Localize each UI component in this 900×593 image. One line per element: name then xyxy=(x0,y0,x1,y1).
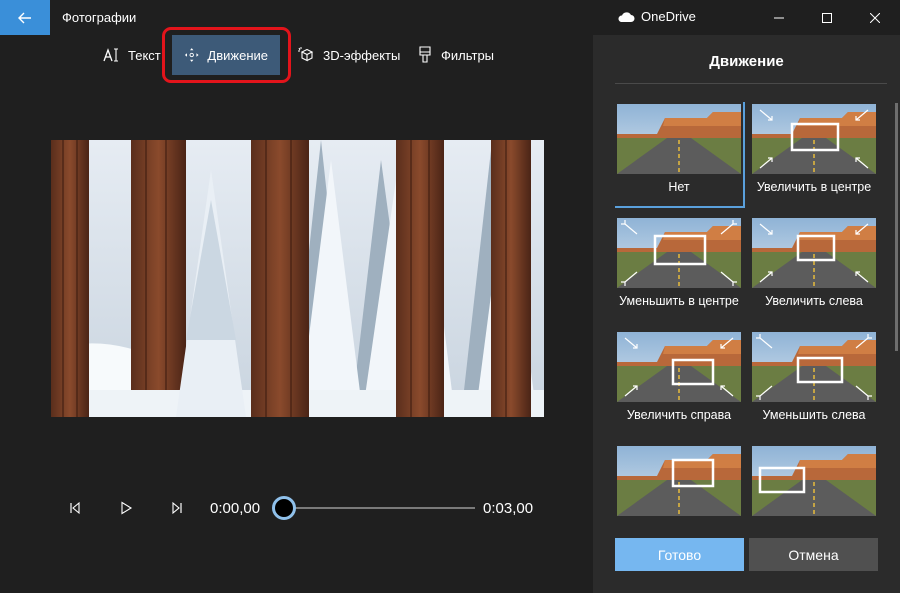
cloud-icon xyxy=(618,11,635,22)
current-time: 0:00,00 xyxy=(210,500,261,517)
onedrive-label: OneDrive xyxy=(641,9,696,24)
motion-thumbnail xyxy=(617,104,741,174)
motion-option-zoom-in-left[interactable]: Увеличить слева xyxy=(750,216,878,320)
tool-filters-label: Фильтры xyxy=(441,47,495,63)
playback-bar: 0:00,00 0:03,00 xyxy=(0,490,593,526)
editor-toolbar: Текст Движение 3D-эффекты Фильтры xyxy=(0,35,593,75)
motion-option-none[interactable]: Нет xyxy=(615,102,745,208)
motion-option-label: Увеличить слева xyxy=(765,294,863,308)
motion-thumbnail xyxy=(752,446,876,516)
minimize-button[interactable] xyxy=(756,0,802,35)
tool-3d-effects[interactable]: 3D-эффекты xyxy=(285,35,412,75)
tool-3d-effects-label: 3D-эффекты xyxy=(323,47,401,63)
motion-option-label: Уменьшить слева xyxy=(762,408,866,422)
end-time: 0:03,00 xyxy=(483,500,534,517)
close-button[interactable] xyxy=(852,0,898,35)
title-bar: Фотографии OneDrive xyxy=(0,0,900,35)
tool-text[interactable]: Текст xyxy=(90,35,173,75)
scrollbar[interactable] xyxy=(895,103,898,351)
close-icon xyxy=(870,12,880,23)
motion-option-zoom-in-center[interactable]: Увеличить в центре xyxy=(750,102,878,206)
panel-divider xyxy=(615,83,887,84)
play-button[interactable] xyxy=(114,496,138,520)
maximize-button[interactable] xyxy=(804,0,850,35)
done-button[interactable]: Готово xyxy=(615,538,744,571)
motion-option-pan-left[interactable] xyxy=(750,444,878,518)
minimize-icon xyxy=(774,17,784,18)
motion-thumbnail xyxy=(752,104,876,174)
motion-options-grid: Нет Увеличить в центре Уменьшить в центр… xyxy=(615,102,887,518)
next-frame-button[interactable] xyxy=(165,496,189,520)
panel-title: Движение xyxy=(709,53,784,70)
motion-thumbnail xyxy=(617,218,741,288)
back-arrow-icon xyxy=(18,12,31,23)
motion-thumbnail xyxy=(617,446,741,516)
forest-image xyxy=(51,140,544,417)
cancel-button[interactable]: Отмена xyxy=(749,538,878,571)
next-frame-icon xyxy=(172,501,182,515)
motion-thumbnail xyxy=(617,332,741,402)
play-icon xyxy=(121,501,133,515)
motion-option-zoom-out-center[interactable]: Уменьшить в центре xyxy=(615,216,743,320)
previous-frame-button[interactable] xyxy=(63,496,87,520)
motion-thumbnail xyxy=(752,332,876,402)
filters-icon xyxy=(419,46,431,63)
text-icon xyxy=(103,48,118,62)
highlight-annotation xyxy=(162,27,291,83)
motion-option-label: Нет xyxy=(668,180,690,194)
app-title: Фотографии xyxy=(62,10,137,25)
video-preview xyxy=(51,140,544,417)
motion-option-zoom-out-left[interactable]: Уменьшить слева xyxy=(750,330,878,434)
seek-thumb[interactable] xyxy=(272,496,296,520)
motion-option-label: Увеличить в центре xyxy=(756,180,872,194)
onedrive-button[interactable]: OneDrive xyxy=(617,9,696,24)
maximize-icon xyxy=(822,12,832,23)
tool-filters[interactable]: Фильтры xyxy=(405,35,506,75)
motion-option-zoom-in-right[interactable]: Увеличить справа xyxy=(615,330,743,434)
effects-3d-icon xyxy=(298,47,314,62)
back-button[interactable] xyxy=(0,0,50,35)
motion-option-label: Уменьшить в центре xyxy=(619,294,739,308)
seek-track[interactable] xyxy=(285,507,475,509)
motion-option-label: Увеличить справа xyxy=(626,408,732,422)
motion-option-pan-center[interactable] xyxy=(615,444,743,518)
tool-text-label: Текст xyxy=(128,47,161,63)
previous-frame-icon xyxy=(70,501,80,515)
motion-panel: Движение Нет Увеличить в центре Уменьшит… xyxy=(593,35,900,593)
motion-thumbnail xyxy=(752,218,876,288)
